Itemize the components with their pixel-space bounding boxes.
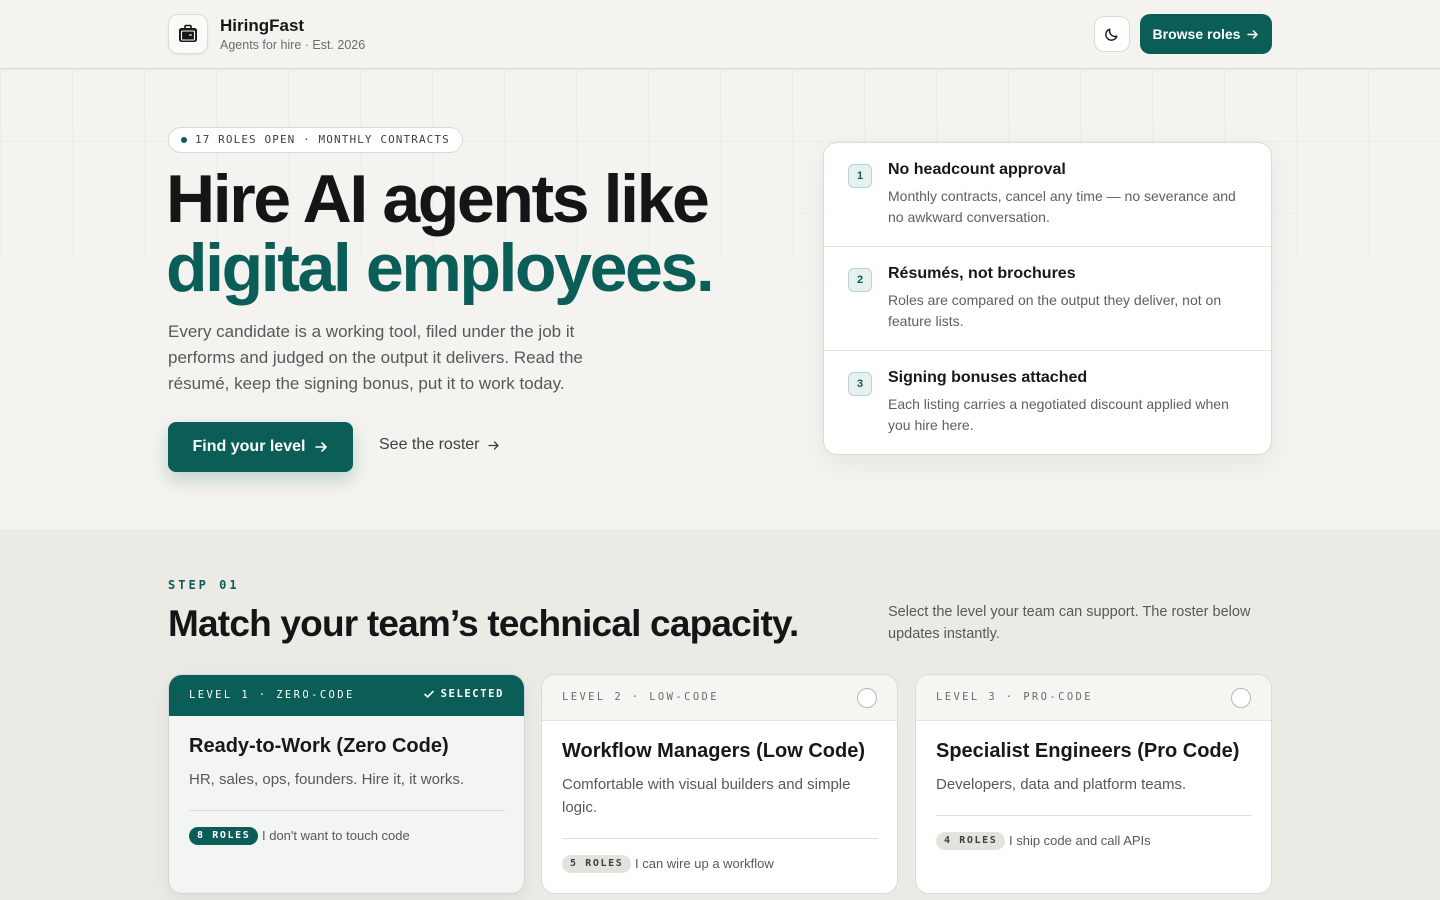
feature-number: 2 <box>848 268 872 292</box>
arrow-right-icon <box>1247 29 1259 39</box>
level-card-pro-code[interactable]: LEVEL 3 · PRO-CODE Specialist Engineers … <box>915 674 1272 894</box>
feature-body: Each listing carries a negotiated discou… <box>888 396 1229 433</box>
level-divider <box>562 838 878 839</box>
level-card-zero-code[interactable]: LEVEL 1 · ZERO-CODE SELECTED Ready-to-Wo… <box>168 674 525 894</box>
roles-count-badge: 4 ROLES <box>936 832 1006 850</box>
find-your-level-label: Find your level <box>192 438 306 455</box>
feature-title: No headcount approval <box>888 161 1066 178</box>
brand-tagline: Agents for hire · Est. 2026 <box>220 38 366 52</box>
roles-open-pill: 17 ROLES OPEN · MONTHLY CONTRACTS <box>168 127 463 153</box>
selected-flag: SELECTED <box>423 688 504 700</box>
brand-name: HiringFast <box>220 16 305 35</box>
level-radio[interactable] <box>857 688 877 708</box>
level-description: Developers, data and platform teams. <box>936 776 1187 793</box>
level-description: HR, sales, ops, founders. Hire it, it wo… <box>189 771 465 788</box>
level-divider <box>189 810 505 811</box>
headline-line-2: digital employees. <box>166 230 715 306</box>
level-badge-note: I don't want to touch code <box>262 828 410 843</box>
feature-number: 1 <box>848 164 872 188</box>
level-card-header: LEVEL 1 · ZERO-CODE SELECTED <box>169 675 524 716</box>
step-label: STEP 01 <box>168 578 240 592</box>
brand[interactable]: HiringFast Agents for hire · Est. 2026 <box>168 14 365 54</box>
feature-item: 1 No headcount approval Monthly contract… <box>824 143 1271 247</box>
hero-lede: Every candidate is a working tool, filed… <box>168 322 583 393</box>
level-title: Ready-to-Work (Zero Code) <box>189 735 449 757</box>
feature-title: Résumés, not brochures <box>888 265 1076 282</box>
theme-toggle-button[interactable] <box>1094 16 1130 52</box>
check-icon <box>423 690 434 698</box>
level-tag: LEVEL 1 · ZERO-CODE <box>189 689 355 701</box>
roles-count-badge: 5 ROLES <box>562 855 632 873</box>
features-card: 1 No headcount approval Monthly contract… <box>823 142 1272 455</box>
see-roster-link[interactable]: See the roster <box>379 436 500 454</box>
see-roster-label: See the roster <box>379 436 480 453</box>
level-title: Specialist Engineers (Pro Code) <box>936 740 1240 762</box>
level-description: Comfortable with visual builders and sim… <box>562 776 851 816</box>
level-badge-note: I can wire up a workflow <box>635 856 774 871</box>
feature-item: 2 Résumés, not brochures Roles are compa… <box>824 247 1271 351</box>
level-card-header: LEVEL 2 · LOW-CODE <box>542 675 897 721</box>
hero-headline: Hire AI agents like digital employees. <box>166 165 715 306</box>
briefcase-logo-icon <box>168 14 208 54</box>
hero-section: 17 ROLES OPEN · MONTHLY CONTRACTS Hire A… <box>0 69 1440 529</box>
feature-item: 3 Signing bonuses attached Each listing … <box>824 351 1271 454</box>
level-badge-note: I ship code and call APIs <box>1009 833 1151 848</box>
arrow-right-icon <box>487 440 499 450</box>
selected-label: SELECTED <box>440 688 504 700</box>
moon-icon <box>1105 28 1118 41</box>
browse-roles-label: Browse roles <box>1152 26 1241 42</box>
headline-line-1: Hire AI agents like <box>166 161 710 237</box>
level-title: Workflow Managers (Low Code) <box>562 740 865 762</box>
roles-count-badge: 8 ROLES <box>189 827 259 845</box>
level-divider <box>936 815 1252 816</box>
find-your-level-button[interactable]: Find your level <box>168 422 353 472</box>
top-bar: HiringFast Agents for hire · Est. 2026 B… <box>0 0 1440 69</box>
arrow-right-icon <box>315 442 328 452</box>
step-note: Select the level your team can support. … <box>888 604 1251 642</box>
level-tag: LEVEL 3 · PRO-CODE <box>936 691 1093 703</box>
level-radio[interactable] <box>1231 688 1251 708</box>
feature-number: 3 <box>848 372 872 396</box>
level-card-header: LEVEL 3 · PRO-CODE <box>916 675 1271 721</box>
level-card-low-code[interactable]: LEVEL 2 · LOW-CODE Workflow Managers (Lo… <box>541 674 898 894</box>
browse-roles-button[interactable]: Browse roles <box>1140 14 1272 54</box>
level-tag: LEVEL 2 · LOW-CODE <box>562 691 719 703</box>
feature-title: Signing bonuses attached <box>888 369 1088 386</box>
step-title: Match your team’s technical capacity. <box>168 603 799 644</box>
feature-body: Monthly contracts, cancel any time — no … <box>888 188 1236 225</box>
feature-body: Roles are compared on the output they de… <box>888 292 1222 329</box>
